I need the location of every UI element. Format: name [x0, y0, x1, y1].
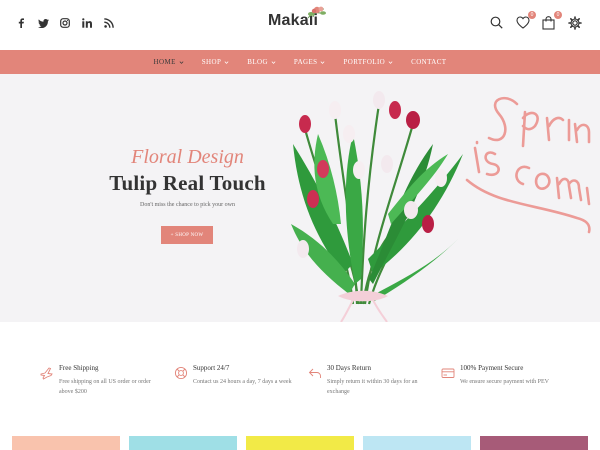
feature-description: Free shipping on all US order or order a… [59, 379, 151, 395]
settings-gear-icon[interactable] [568, 16, 582, 30]
feature-description: We ensure secure payment with PEV [460, 379, 549, 385]
main-nav: HOME SHOP BLOG PAGES PORTFOLIO CONTACT [0, 50, 600, 74]
nav-item-shop[interactable]: SHOP [202, 58, 230, 66]
feature-title: Free Shipping [59, 364, 99, 372]
tulip-bouquet-image [291, 91, 463, 322]
hero-banner: Floral Design Tulip Real Touch Don't mis… [0, 74, 600, 322]
wishlist-count-badge: 0 [528, 11, 536, 19]
feature-title: 30 Days Return [327, 364, 371, 372]
category-card[interactable] [363, 436, 471, 450]
nav-label: PAGES [293, 58, 318, 66]
category-card[interactable] [129, 436, 237, 450]
nav-label: PORTFOLIO [343, 58, 386, 66]
hero-note: Don't miss the chance to pick your own [140, 202, 235, 208]
feature-title: 100% Payment Secure [460, 364, 524, 372]
category-cards-row [0, 436, 600, 450]
cart-count-badge: 0 [554, 11, 562, 19]
lifebuoy-icon [174, 366, 188, 380]
chevron-down-icon [321, 60, 325, 64]
social-links [15, 17, 115, 29]
hero-text-block: Floral Design Tulip Real Touch Don't mis… [100, 146, 275, 208]
wishlist-heart-icon[interactable]: 0 [516, 11, 536, 30]
nav-label: CONTACT [411, 58, 447, 66]
hero-title: Tulip Real Touch [109, 171, 266, 195]
nav-item-blog[interactable]: BLOG [247, 58, 276, 66]
linkedin-icon[interactable] [81, 17, 93, 29]
chevron-down-icon [224, 60, 229, 64]
shop-now-button[interactable]: + SHOP NOW [161, 226, 213, 244]
nav-item-home[interactable]: HOME [154, 58, 184, 66]
site-logo[interactable]: Makali [268, 6, 326, 30]
nav-item-pages[interactable]: PAGES [294, 58, 326, 66]
category-card[interactable] [480, 436, 588, 450]
chevron-down-icon [271, 60, 276, 64]
category-card[interactable] [12, 436, 120, 450]
nav-item-portfolio[interactable]: PORTFOLIO [343, 58, 393, 66]
category-card[interactable] [246, 436, 354, 450]
cart-bag-icon[interactable]: 0 [542, 11, 562, 30]
flower-logo-icon [307, 6, 326, 19]
hero-subtitle: Floral Design [131, 146, 244, 168]
nav-label: HOME [153, 58, 176, 66]
rss-icon[interactable] [103, 17, 115, 29]
spring-is-coming-lettering [465, 96, 591, 234]
feature-title: Support 24/7 [193, 364, 230, 372]
plane-icon [40, 367, 53, 380]
instagram-icon[interactable] [59, 17, 71, 29]
nav-label: BLOG [247, 58, 268, 66]
chevron-down-icon [179, 60, 184, 64]
feature-description: Contact us 24 hours a day, 7 days a week [193, 379, 292, 385]
twitter-icon[interactable] [37, 17, 49, 29]
search-icon[interactable] [490, 16, 504, 30]
facebook-icon[interactable] [15, 17, 27, 29]
chevron-down-icon [388, 60, 393, 64]
header-actions: 0 0 [490, 11, 582, 30]
return-arrow-icon [308, 368, 321, 378]
credit-card-icon [441, 368, 455, 378]
top-header: Makali 0 0 [0, 0, 600, 50]
nav-label: SHOP [201, 58, 222, 66]
feature-description: Simply return it within 30 days for an e… [327, 379, 418, 395]
features-row: Free Shipping Free shipping on all US or… [0, 322, 600, 432]
nav-item-contact[interactable]: CONTACT [411, 58, 446, 66]
